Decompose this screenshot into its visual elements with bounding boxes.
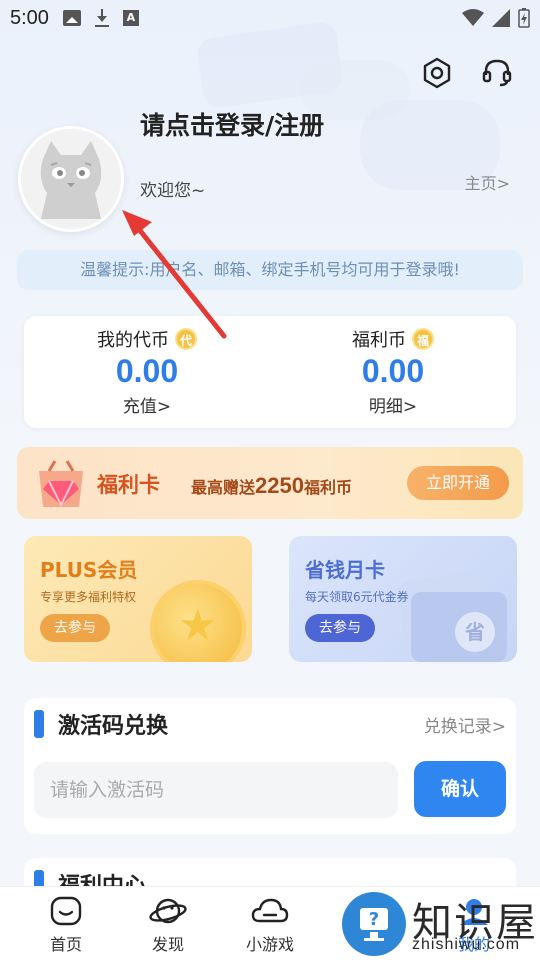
recharge-link[interactable]: 充值> (24, 392, 270, 417)
plus-join-button[interactable]: 去参与 (40, 614, 110, 642)
welfare-card-desc: 最高赠送2250福利币 (191, 473, 352, 499)
nav-discover[interactable]: 发现 (118, 895, 218, 955)
plus-title: PLUS会员 (40, 558, 138, 582)
welfare-coin-label: 福利币 (352, 330, 406, 351)
activation-code-section: 激活码兑换 兑换记录> 确认 (24, 698, 516, 834)
welfare-desc-suffix: 福利币 (303, 478, 352, 497)
token-badge-icon: 代 (175, 328, 197, 350)
watermark-url: zhishiwu.com (412, 936, 521, 953)
nav-games-label: 小游戏 (245, 935, 294, 954)
login-tip: 温馨提示:用户名、邮箱、绑定手机号均可用于登录哦! (17, 250, 523, 290)
settings-icon[interactable] (420, 56, 454, 90)
section-accent-bar (34, 710, 44, 738)
details-link[interactable]: 明细> (270, 392, 516, 417)
svg-text:?: ? (369, 909, 379, 930)
app-notification-icon: A (122, 10, 139, 26)
coin-card: 我的代币代 0.00 充值> 福利币福 0.00 明细> (24, 316, 516, 428)
watermark: ? 知识屋 zhishiwu.com (342, 888, 540, 960)
plus-subtitle: 专享更多福利特权 (40, 590, 137, 604)
confirm-button[interactable]: 确认 (414, 761, 506, 817)
monthly-title: 省钱月卡 (305, 558, 385, 582)
welfare-card-banner[interactable]: 福利卡 最高赠送2250福利币 立即开通 (17, 447, 523, 519)
home-icon (50, 896, 82, 926)
avatar[interactable] (18, 126, 124, 232)
nav-discover-label: 发现 (151, 935, 184, 954)
nav-home[interactable]: 首页 (16, 895, 116, 955)
cat-avatar-icon (21, 129, 121, 229)
plus-member-card[interactable]: ★ PLUS会员 专享更多福利特权 去参与 (24, 536, 252, 662)
customer-service-icon[interactable] (480, 56, 514, 90)
download-icon (94, 9, 109, 27)
monthly-join-button[interactable]: 去参与 (305, 614, 375, 642)
wifi-icon (462, 9, 484, 26)
token-label: 我的代币 (97, 330, 169, 351)
redeem-record-link[interactable]: 兑换记录> (424, 712, 506, 737)
welfare-coin-balance: 福利币福 0.00 明细> (270, 316, 516, 428)
welfare-coin-badge-icon: 福 (412, 328, 434, 350)
activate-now-button[interactable]: 立即开通 (407, 466, 509, 500)
homepage-link[interactable]: 主页> (465, 170, 510, 194)
image-notification-icon (62, 10, 81, 26)
welcome-text: 欢迎您~ (140, 181, 206, 201)
monthly-card[interactable]: 省 省钱月卡 每天领取6元代金券 去参与 (289, 536, 517, 662)
token-value: 0.00 (115, 353, 179, 389)
cloud-icon (251, 898, 289, 923)
welfare-coin-value: 0.00 (361, 353, 425, 389)
watermark-logo-icon: ? (342, 892, 406, 956)
save-badge-icon: 省 (455, 612, 495, 652)
activation-code-input[interactable] (34, 762, 398, 818)
activation-title: 激活码兑换 (58, 714, 169, 739)
nav-home-label: 首页 (49, 935, 82, 954)
welfare-desc-prefix: 最高赠送 (191, 478, 256, 497)
gem-bag-icon (39, 460, 83, 508)
star-coin-icon: ★ (150, 580, 246, 662)
battery-icon (518, 8, 530, 28)
welfare-desc-number: 2250 (255, 473, 304, 498)
monthly-subtitle: 每天领取6元代金券 (305, 590, 409, 604)
status-bar: 5:00 A (0, 0, 540, 36)
planet-icon (149, 898, 187, 924)
token-balance: 我的代币代 0.00 充值> (24, 316, 270, 428)
login-register-link[interactable]: 请点击登录/注册 (140, 106, 324, 142)
nav-mini-games[interactable]: 小游戏 (220, 895, 320, 955)
status-time: 5:00 (10, 6, 49, 29)
signal-icon (492, 9, 510, 27)
welfare-card-title: 福利卡 (97, 473, 160, 497)
